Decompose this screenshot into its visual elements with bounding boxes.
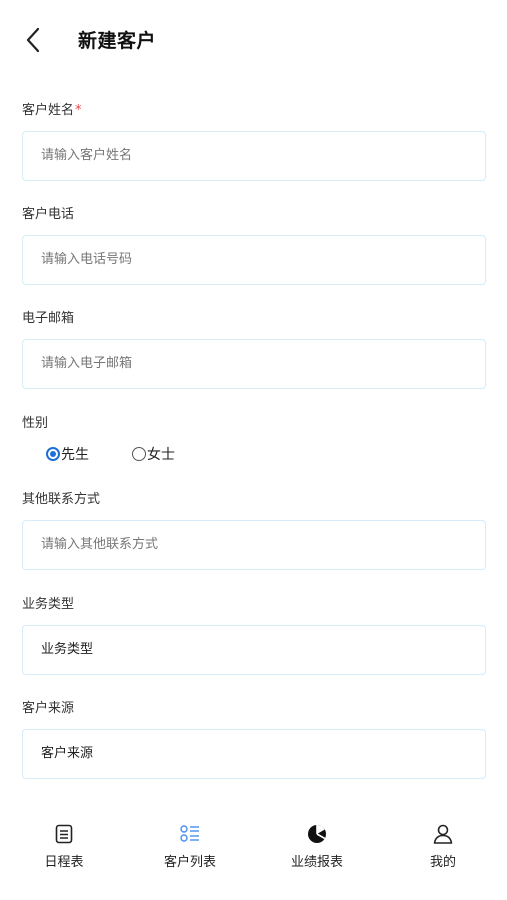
email-input[interactable] [41, 340, 471, 388]
required-mark: * [75, 103, 82, 118]
new-customer-screen: 新建客户 客户姓名* 客户电话 电子邮箱 性别 先生 女士 其他联系方式 业务类… [0, 0, 507, 900]
customer-source-label: 客户来源 [22, 701, 75, 716]
tab-performance-report[interactable]: 业绩报表 [267, 812, 367, 882]
business-type-label: 业务类型 [22, 597, 75, 612]
tab-mine-label: 我的 [429, 855, 456, 870]
other-contact-input[interactable] [41, 521, 471, 569]
gender-radio-female[interactable]: 女士 [132, 444, 175, 464]
customer-source-value: 客户来源 [41, 746, 94, 761]
radio-unchecked-icon [132, 447, 146, 461]
email-label: 电子邮箱 [22, 311, 75, 326]
customer-list-icon [180, 825, 199, 842]
tab-mine[interactable]: 我的 [393, 812, 493, 882]
page-title: 新建客户 [78, 30, 157, 52]
back-button[interactable] [20, 24, 48, 56]
header: 新建客户 [0, 0, 507, 80]
bottom-tab-bar: 日程表 客户列表 业绩报表 我的 [0, 812, 507, 882]
customer-name-input[interactable] [41, 132, 471, 180]
pie-chart-icon [308, 825, 326, 843]
chevron-left-icon [26, 27, 40, 53]
business-type-value: 业务类型 [41, 642, 94, 657]
radio-checked-icon [46, 447, 60, 461]
person-icon [433, 824, 453, 844]
customer-phone-field[interactable] [22, 235, 486, 285]
tab-customer-list[interactable]: 客户列表 [140, 812, 240, 882]
customer-phone-label: 客户电话 [22, 207, 75, 222]
gender-male-label: 先生 [61, 447, 89, 463]
business-type-select[interactable]: 业务类型 [22, 625, 486, 675]
customer-phone-input[interactable] [41, 236, 471, 284]
customer-name-label: 客户姓名* [22, 99, 82, 118]
customer-name-label-text: 客户姓名 [22, 103, 75, 118]
tab-customer-list-label: 客户列表 [163, 855, 216, 870]
other-contact-label: 其他联系方式 [22, 492, 101, 507]
tab-schedule[interactable]: 日程表 [14, 812, 114, 882]
tab-performance-report-label: 业绩报表 [290, 855, 343, 870]
customer-name-field[interactable] [22, 131, 486, 181]
other-contact-field[interactable] [22, 520, 486, 570]
gender-female-label: 女士 [147, 447, 175, 463]
calendar-list-icon [55, 824, 73, 844]
email-field[interactable] [22, 339, 486, 389]
tab-schedule-label: 日程表 [44, 855, 84, 870]
customer-source-select[interactable]: 客户来源 [22, 729, 486, 779]
gender-label: 性别 [22, 416, 49, 431]
gender-radio-male[interactable]: 先生 [46, 444, 89, 464]
